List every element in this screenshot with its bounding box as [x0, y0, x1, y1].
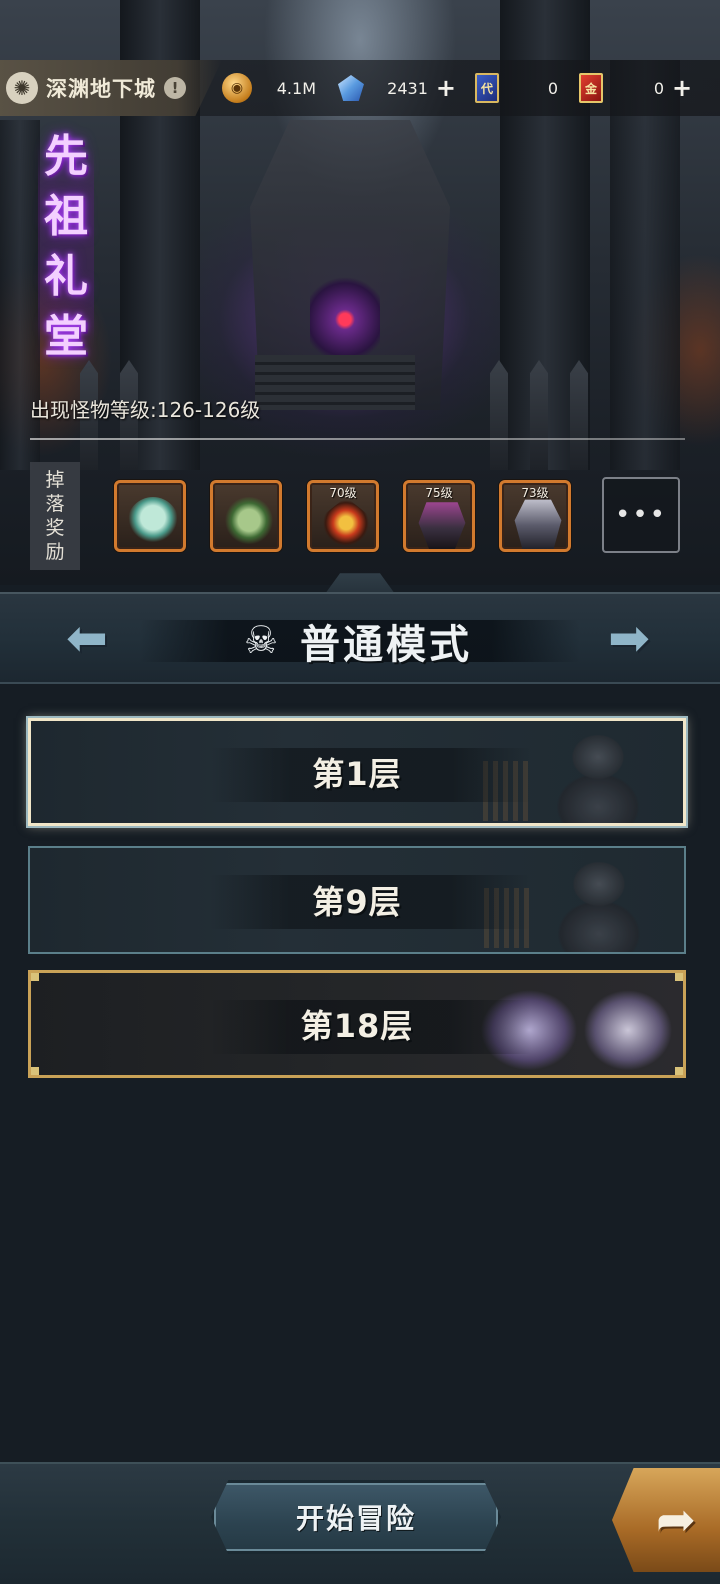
reward-level: 70级 [329, 486, 357, 500]
helmet-icon [320, 497, 372, 549]
gold-value: 4.1M [276, 78, 316, 98]
reward-armor[interactable]: 75级 [403, 480, 475, 552]
reward-level: 73级 [521, 486, 549, 500]
stage-title-char: 先 [44, 131, 88, 182]
reward-hero-teal[interactable] [114, 480, 186, 552]
crystal-counter: 2431 + [336, 72, 456, 104]
reward-level: 75级 [425, 486, 453, 500]
dungeon-title-tag[interactable]: ✺ 深渊地下城 ! [0, 60, 222, 116]
more-rewards-button[interactable]: ••• [602, 477, 680, 553]
reward-armor-silver[interactable]: 73级 [499, 480, 571, 552]
hero-portrait-icon [127, 497, 179, 549]
swirl-icon: ✺ [6, 72, 38, 104]
monster-level-text: 出现怪物等级:126-126级 [30, 398, 261, 422]
start-adventure-label: 开始冒险 [295, 1502, 416, 1535]
reward-helmet[interactable]: 70级 [307, 480, 379, 552]
stage-title: 先 祖 礼 堂 [38, 131, 94, 362]
scene-fence [530, 360, 548, 470]
prev-arrow-icon[interactable]: ⬅ [52, 607, 122, 669]
gold-counter: ◉ 4.1M [222, 72, 322, 104]
scene-pillar [610, 60, 680, 470]
stage-title-char: 祖 [44, 191, 88, 242]
scene-fence [570, 360, 588, 470]
blue-card-value: 0 [547, 78, 558, 98]
crystal-value: 2431 [387, 78, 428, 98]
scene-orb [310, 270, 380, 360]
floor-label: 第9层 [312, 883, 402, 921]
crystal-icon [336, 73, 366, 103]
coin-icon: ◉ [222, 73, 252, 103]
crystal-add-button[interactable]: + [436, 74, 456, 102]
red-card-add-button[interactable]: + [672, 74, 692, 102]
floor-18-button[interactable]: 第18层 [28, 970, 686, 1078]
armor-icon [514, 499, 562, 549]
hero-portrait-icon [223, 497, 275, 549]
share-arrow-icon: ➦ [655, 1492, 697, 1548]
dungeon-name: 深渊地下城 [46, 77, 156, 101]
scene-steps [255, 355, 415, 410]
armor-icon [418, 502, 466, 549]
scene-fence [490, 360, 508, 470]
floor-1-button[interactable]: 第1层 [28, 718, 686, 826]
info-icon[interactable]: ! [164, 77, 186, 99]
floor-9-button[interactable]: 第9层 [28, 846, 686, 954]
red-card-icon: 金 [576, 73, 606, 103]
floor-label: 第18层 [300, 1007, 414, 1045]
stage-title-char: 堂 [44, 311, 88, 362]
start-adventure-button[interactable]: 开始冒险 [211, 1480, 501, 1554]
stage-title-char: 礼 [44, 251, 88, 302]
blue-card-icon: 代 [472, 73, 502, 103]
reward-hero-green[interactable] [210, 480, 282, 552]
divider [30, 438, 685, 440]
share-button[interactable]: ➦ [612, 1468, 720, 1572]
next-arrow-icon[interactable]: ➡ [594, 607, 664, 669]
top-resource-bar: ✺ 深渊地下城 ! ◉ 4.1M 2431 + 代 0 金 0 + [0, 60, 720, 116]
blue-card-counter: 代 0 [472, 72, 564, 104]
red-card-value: 0 [653, 78, 664, 98]
floor-label: 第1层 [312, 755, 402, 793]
mode-title: 普通模式 [300, 622, 472, 668]
skull-icon: ☠ [243, 618, 279, 662]
red-card-counter: 金 0 + [576, 72, 696, 104]
drop-rewards-label: 掉 落 奖 励 [30, 462, 80, 570]
